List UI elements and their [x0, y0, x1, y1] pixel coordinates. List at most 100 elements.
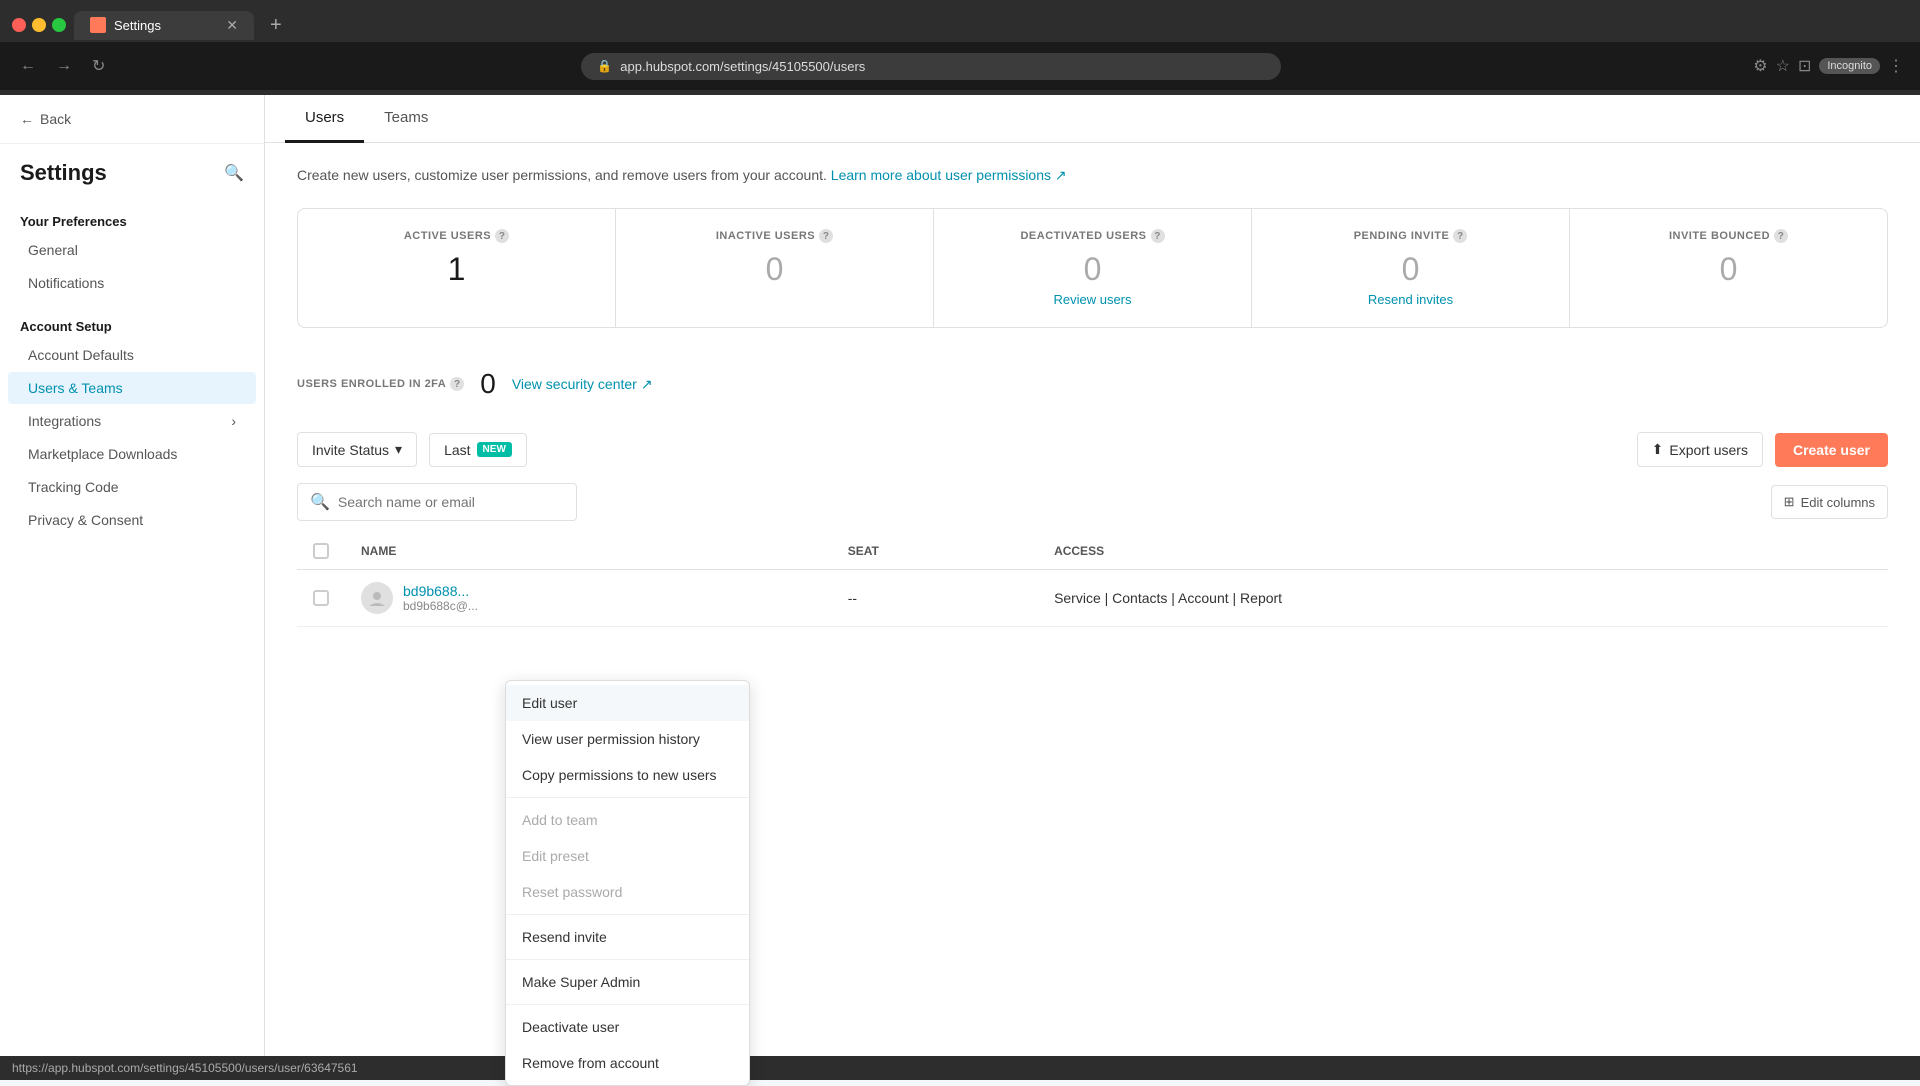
sidebar-item-users-teams[interactable]: Users & Teams [8, 372, 256, 404]
user-seat: -- [832, 570, 1038, 627]
status-bar: https://app.hubspot.com/settings/4510550… [0, 1056, 1920, 1080]
back-nav-btn[interactable]: ← [16, 53, 40, 79]
menu-icon: ⋮ [1888, 56, 1904, 76]
user-name[interactable]: bd9b688... [403, 583, 478, 599]
tab-favicon [90, 17, 106, 33]
user-avatar [361, 582, 393, 614]
active-users-value: 1 [322, 251, 591, 288]
browser-min-btn[interactable] [32, 18, 46, 32]
tab-close-btn[interactable]: ✕ [226, 17, 238, 34]
context-menu-edit-user[interactable]: Edit user [506, 685, 749, 721]
export-icon: ⬆ [1652, 441, 1664, 458]
users-table: NAME SEAT ACCESS [297, 533, 1888, 627]
tab-users[interactable]: Users [285, 95, 364, 143]
twofactor-info-icon[interactable]: ? [450, 377, 464, 391]
sidebar-item-account-defaults[interactable]: Account Defaults [8, 339, 256, 371]
pending-invite-label: PENDING INVITE [1354, 230, 1450, 242]
learn-more-link[interactable]: Learn more about user permissions ↗ [831, 167, 1067, 183]
edit-columns-icon: ⊞ [1784, 494, 1795, 510]
url-text: app.hubspot.com/settings/45105500/users [620, 59, 865, 74]
invite-status-label: Invite Status [312, 442, 389, 458]
sidebar-search-icon[interactable]: 🔍 [224, 163, 244, 183]
sidebar-item-general[interactable]: General [8, 234, 256, 266]
browser-close-btn[interactable] [12, 18, 26, 32]
twofactor-label-text: USERS ENROLLED IN 2FA [297, 378, 446, 390]
tab-manager-icon: ⊡ [1798, 56, 1811, 76]
context-menu-make-super-admin[interactable]: Make Super Admin [506, 964, 749, 1000]
invite-bounced-label: INVITE BOUNCED [1669, 230, 1770, 242]
integrations-arrow-icon: › [231, 413, 236, 429]
view-security-icon: ↗ [641, 376, 653, 393]
new-tab-btn[interactable]: + [262, 10, 290, 41]
context-menu-edit-preset: Edit preset [506, 838, 749, 874]
context-menu-copy-permissions[interactable]: Copy permissions to new users [506, 757, 749, 793]
col-access: ACCESS [1038, 533, 1888, 570]
address-bar[interactable]: 🔒 app.hubspot.com/settings/45105500/user… [581, 53, 1281, 80]
back-button[interactable]: ← Back [0, 95, 264, 144]
last-filter[interactable]: Last NEW [429, 433, 527, 467]
context-menu-deactivate-user[interactable]: Deactivate user [506, 1009, 749, 1045]
context-menu-divider-3 [506, 959, 749, 960]
stat-active-users: ACTIVE USERS ? 1 [298, 209, 616, 327]
row-checkbox[interactable] [313, 590, 329, 606]
last-label: Last [444, 442, 470, 458]
back-arrow-icon: ← [20, 111, 34, 127]
extensions-icon: ⚙ [1753, 56, 1767, 76]
context-menu-divider-4 [506, 1004, 749, 1005]
stat-inactive-users: INACTIVE USERS ? 0 [616, 209, 934, 327]
sidebar-item-notifications[interactable]: Notifications [8, 267, 256, 299]
inactive-users-label: INACTIVE USERS [716, 230, 815, 242]
browser-max-btn[interactable] [52, 18, 66, 32]
deactivated-users-info-icon[interactable]: ? [1151, 229, 1165, 243]
content-area: Create new users, customize user permiss… [265, 143, 1920, 651]
select-all-checkbox[interactable] [313, 543, 329, 559]
user-info: bd9b688... bd9b688c@... [361, 582, 816, 614]
export-users-btn[interactable]: ⬆ Export users [1637, 432, 1763, 467]
inactive-users-info-icon[interactable]: ? [819, 229, 833, 243]
refresh-btn[interactable]: ↻ [88, 52, 109, 80]
invite-bounced-info-icon[interactable]: ? [1774, 229, 1788, 243]
twofactor-value: 0 [480, 368, 496, 400]
stat-pending-invite: PENDING INVITE ? 0 Resend invites [1252, 209, 1570, 327]
export-label: Export users [1669, 442, 1748, 458]
tab-title: Settings [114, 18, 161, 33]
tab-teams[interactable]: Teams [364, 95, 448, 143]
context-menu-divider-2 [506, 914, 749, 915]
inactive-users-value: 0 [640, 251, 909, 288]
search-input[interactable] [338, 494, 564, 510]
col-name: NAME [345, 533, 832, 570]
context-menu-view-permission-history[interactable]: View user permission history [506, 721, 749, 757]
sidebar-item-marketplace[interactable]: Marketplace Downloads [8, 438, 256, 470]
external-link-icon: ↗ [1055, 167, 1067, 183]
invite-status-filter[interactable]: Invite Status ▾ [297, 432, 417, 467]
search-input-wrap: 🔍 [297, 483, 577, 521]
sidebar-item-tracking-code[interactable]: Tracking Code [8, 471, 256, 503]
create-user-btn[interactable]: Create user [1775, 433, 1888, 467]
tabs-bar: Users Teams [265, 95, 1920, 143]
your-preferences-label: Your Preferences [0, 202, 264, 233]
review-users-link[interactable]: Review users [958, 292, 1227, 307]
browser-chrome: Settings ✕ + ← → ↻ 🔒 app.hubspot.com/set… [0, 0, 1920, 95]
active-users-info-icon[interactable]: ? [495, 229, 509, 243]
sidebar-item-privacy-consent[interactable]: Privacy & Consent [8, 504, 256, 536]
browser-tab[interactable]: Settings ✕ [74, 11, 254, 40]
incognito-badge: Incognito [1819, 58, 1880, 74]
stats-grid: ACTIVE USERS ? 1 INACTIVE USERS ? 0 DEAC… [297, 208, 1888, 328]
pending-invite-info-icon[interactable]: ? [1453, 229, 1467, 243]
context-menu-resend-invite[interactable]: Resend invite [506, 919, 749, 955]
filter-dropdown-icon: ▾ [395, 441, 402, 458]
user-access: Service | Contacts | Account | Report [1038, 570, 1888, 627]
forward-nav-btn[interactable]: → [52, 53, 76, 79]
context-menu-remove-from-account[interactable]: Remove from account [506, 1045, 749, 1081]
col-seat: SEAT [832, 533, 1038, 570]
table-controls: Invite Status ▾ Last NEW ⬆ Export users … [297, 432, 1888, 467]
invite-bounced-value: 0 [1594, 251, 1863, 288]
back-label: Back [40, 111, 71, 127]
view-security-link[interactable]: View security center ↗ [512, 376, 653, 393]
search-row: 🔍 ⊞ Edit columns [297, 483, 1888, 521]
account-setup-section: Account Setup Account Defaults Users & T… [0, 307, 264, 536]
resend-invites-link[interactable]: Resend invites [1276, 292, 1545, 307]
context-menu: Edit user View user permission history C… [505, 680, 750, 1086]
sidebar-item-integrations[interactable]: Integrations › [8, 405, 256, 437]
edit-columns-btn[interactable]: ⊞ Edit columns [1771, 485, 1888, 519]
